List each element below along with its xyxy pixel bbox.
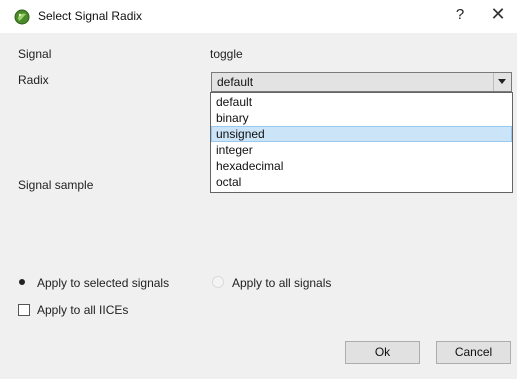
signal-label: Signal bbox=[18, 47, 52, 61]
signal-sample-label: Signal sample bbox=[18, 178, 94, 192]
apply-selected-label: Apply to selected signals bbox=[37, 276, 170, 290]
help-button[interactable]: ? bbox=[450, 6, 470, 23]
radix-label: Radix bbox=[18, 73, 49, 87]
radix-select[interactable]: default bbox=[211, 72, 512, 92]
radix-option[interactable]: integer bbox=[211, 142, 512, 158]
dropdown-arrow-icon[interactable] bbox=[493, 73, 511, 91]
apply-selected-radio[interactable] bbox=[16, 276, 28, 288]
dialog-body: Signal toggle Radix default default binar… bbox=[0, 33, 517, 379]
radix-option[interactable]: octal bbox=[211, 174, 512, 190]
close-button[interactable]: ✕ bbox=[488, 4, 508, 25]
radix-option[interactable]: default bbox=[211, 94, 512, 110]
apply-all-label: Apply to all signals bbox=[232, 276, 332, 290]
app-icon bbox=[14, 9, 30, 25]
apply-iices-checkbox[interactable] bbox=[18, 304, 30, 316]
select-signal-radix-dialog: Select Signal Radix ? ✕ Signal toggle Ra… bbox=[0, 0, 517, 379]
title-bar: Select Signal Radix ? ✕ bbox=[0, 0, 517, 33]
radix-options-list[interactable]: default binary unsigned integer hexadecimal o… bbox=[210, 92, 513, 193]
ok-button[interactable]: Ok bbox=[345, 341, 420, 364]
apply-iices-label: Apply to all IICEs bbox=[37, 303, 129, 317]
radix-option[interactable]: hexadecimal bbox=[211, 158, 512, 174]
apply-all-radio[interactable] bbox=[212, 276, 224, 288]
signal-value: toggle bbox=[210, 47, 243, 61]
radix-option[interactable]: unsigned bbox=[211, 126, 512, 142]
radix-select-value: default bbox=[217, 75, 254, 89]
cancel-button[interactable]: Cancel bbox=[436, 341, 511, 364]
window-title: Select Signal Radix bbox=[38, 9, 143, 23]
radix-option[interactable]: binary bbox=[211, 110, 512, 126]
